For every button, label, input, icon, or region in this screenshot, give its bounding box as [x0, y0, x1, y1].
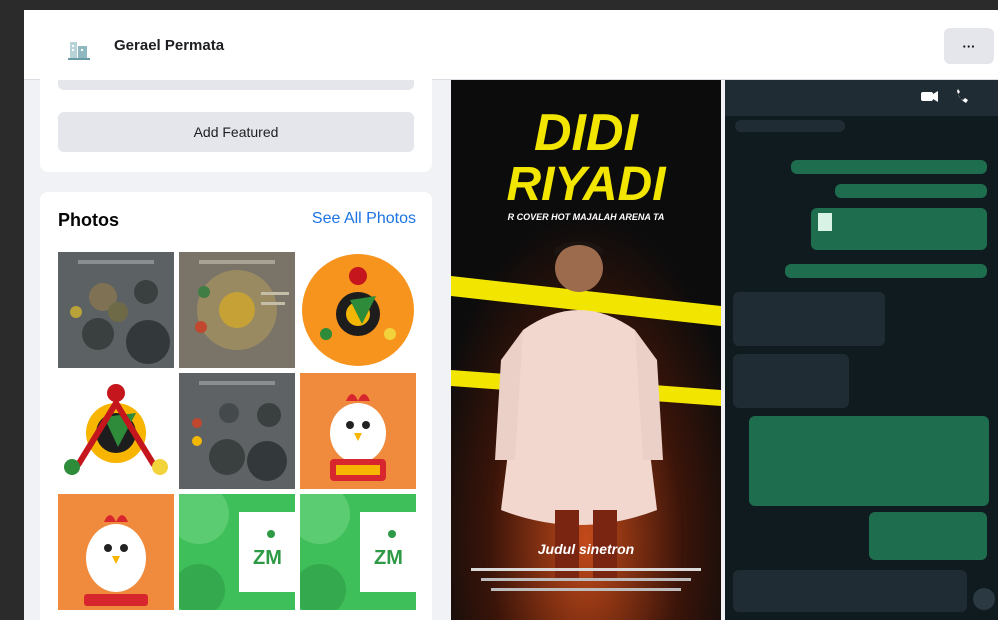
photo-poster[interactable]: DIDI RIYADI R COVER HOT MAJALAH ARENA TA… — [451, 80, 721, 620]
featured-card: Add Featured — [40, 70, 432, 172]
gear-logo-image — [300, 252, 416, 368]
photos-card: Photos See All Photos ZM ZM — [40, 192, 432, 620]
photo-thumb-3[interactable] — [300, 252, 416, 368]
document-icon — [818, 213, 832, 231]
poster-image: DIDI RIYADI R COVER HOT MAJALAH ARENA TA… — [451, 80, 721, 620]
chat-bubble-file — [811, 208, 987, 250]
add-featured-button[interactable]: Add Featured — [58, 112, 414, 152]
chat-bubble-incoming — [733, 570, 967, 612]
photo-thumb-6[interactable] — [300, 373, 416, 489]
photo-thumb-4[interactable] — [58, 373, 174, 489]
more-options-button[interactable]: ··· — [944, 28, 994, 64]
green-business-card-image: ZM — [179, 494, 295, 610]
infographic-image — [58, 252, 174, 368]
mic-icon — [973, 588, 995, 610]
photo-thumb-2[interactable] — [179, 252, 295, 368]
building-logo-icon — [64, 34, 94, 64]
chat-bubble-outgoing — [791, 160, 987, 174]
chat-bubble-incoming — [735, 120, 845, 132]
chicken-mascot-image — [58, 494, 174, 610]
green-business-card-image: ZM — [300, 494, 416, 610]
poster-caption: Judul sinetron — [538, 541, 634, 557]
chat-bubble-incoming — [733, 292, 885, 346]
svg-text:ZM: ZM — [253, 547, 282, 569]
gear-logo-image — [58, 373, 174, 489]
poster-title-line1: DIDI — [534, 104, 640, 162]
photo-thumb-5[interactable] — [179, 373, 295, 489]
photo-thumb-9[interactable]: ZM — [300, 494, 416, 610]
chat-bubble-outgoing — [835, 184, 987, 198]
facebook-page-frame: Gerael Permata ··· Add Featured Photos S… — [24, 10, 998, 620]
photos-title: Photos — [58, 210, 119, 230]
photo-chat-screenshot[interactable] — [725, 80, 998, 620]
chat-bubble-outgoing — [785, 264, 987, 278]
svg-text:ZM: ZM — [374, 547, 403, 569]
infographic-image — [179, 373, 295, 489]
chat-header — [725, 80, 998, 116]
video-call-icon — [921, 89, 968, 103]
poster-tagline: R COVER HOT MAJALAH ARENA TA — [508, 212, 665, 222]
featured-item-edge — [58, 80, 414, 90]
photo-thumb-7[interactable] — [58, 494, 174, 610]
photo-thumb-8[interactable]: ZM — [179, 494, 295, 610]
photo-thumb-1[interactable] — [58, 252, 174, 368]
poster-title-line2: RIYADI — [506, 158, 667, 211]
chat-bubble-outgoing — [869, 512, 987, 560]
photo-grid: ZM ZM — [58, 252, 416, 610]
chat-bubble-incoming — [733, 354, 849, 408]
page-name[interactable]: Gerael Permata — [114, 37, 224, 54]
chicken-mascot-image — [300, 373, 416, 489]
chat-bubble-outgoing — [749, 416, 989, 506]
see-all-photos-link[interactable]: See All Photos — [312, 210, 416, 228]
infographic-image — [179, 252, 295, 368]
